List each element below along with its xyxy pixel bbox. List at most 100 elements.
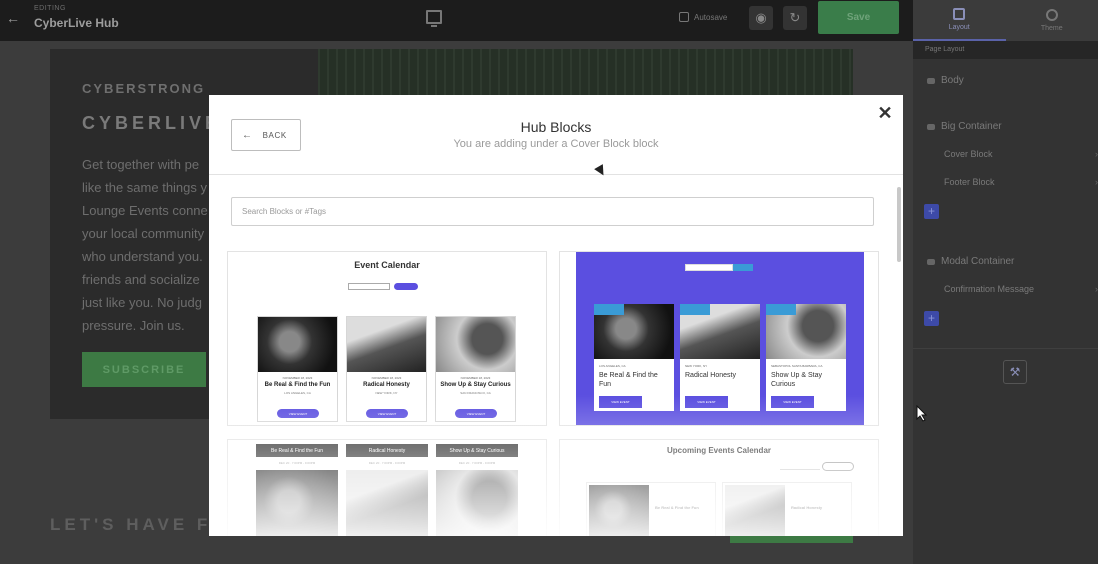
event-time: DEC 20 · 7:00PM - 9:00PM <box>278 461 316 465</box>
search-blocks-input[interactable] <box>231 197 874 226</box>
card-title: Upcoming Events Calendar <box>666 446 772 455</box>
tab-theme-label: Theme <box>1040 25 1063 32</box>
event-card: NEW YORK, NY Radical Honesty VIEW EVENT <box>680 304 760 411</box>
mini-search-input <box>685 264 733 271</box>
layer-icon <box>927 258 935 265</box>
event-title: Show Up & Stay Curious <box>771 372 822 388</box>
tab-layout[interactable]: Layout <box>913 0 1006 41</box>
hero-title: CYBERLIVE <box>82 113 222 133</box>
event-photo <box>347 317 426 372</box>
layer-big-container-label: Big Container <box>941 121 1002 132</box>
autosave-checkbox[interactable] <box>679 12 689 22</box>
event-card: Be Real & Find the Fun <box>586 482 716 536</box>
event-header: Be Real & Find the Fun <box>256 444 338 457</box>
mouse-cursor-icon <box>916 405 928 422</box>
event-title: Radical Honesty <box>363 382 410 388</box>
layers-panel: Layout Theme Page Layout Body Big Contai… <box>913 0 1098 564</box>
event-location: NEW YORK, NY <box>685 364 708 368</box>
block-card-upcoming-events[interactable]: Upcoming Events Calendar Be Real & Find … <box>559 439 879 536</box>
event-date: NOVEMBER 18, 2023 <box>460 376 491 380</box>
event-title: Show Up & Stay Curious <box>440 382 511 388</box>
event-location: SAN FRANCISCO, CA <box>460 391 491 395</box>
layer-confirmation-message[interactable]: Confirmation Message › <box>913 284 1098 294</box>
event-card: SEBASTOPOL SANTA BARBARA, CA Show Up & S… <box>766 304 846 411</box>
layer-modal-container[interactable]: Modal Container <box>913 256 1098 267</box>
view-event-button: VIEW EVENT <box>277 409 319 418</box>
editor-topbar: ← EDITING CyberLive Hub Autosave ◉ ↻ Sav… <box>0 0 913 41</box>
event-photo <box>346 470 428 536</box>
layer-cover-block[interactable]: Cover Block › <box>913 149 1098 159</box>
event-photo <box>725 485 785 536</box>
event-header: Show Up & Stay Curious <box>436 444 518 457</box>
block-card-event-calendar[interactable]: Event Calendar NOVEMBER 18, 2023 Be Real… <box>227 251 547 426</box>
event-time: DEC 20 · 7:00PM - 9:00PM <box>368 461 406 465</box>
view-event-button: VIEW EVENT <box>366 409 408 418</box>
hub-blocks-modal: ← BACK Hub Blocks You are adding under a… <box>209 95 903 536</box>
divider <box>913 348 1098 349</box>
card-title: Event Calendar <box>354 260 420 270</box>
back-arrow-icon[interactable]: ← <box>6 11 20 25</box>
section-heading: LET'S HAVE FU <box>50 515 228 534</box>
autosave-toggle[interactable]: Autosave <box>679 12 727 22</box>
event-card: Radical Honesty <box>722 482 852 536</box>
layer-body[interactable]: Body <box>913 75 1098 86</box>
matrix-background-image <box>318 49 853 99</box>
layer-footer-block-label: Footer Block <box>944 177 995 187</box>
event-card: NOVEMBER 18, 2023 Radical Honesty NEW YO… <box>346 316 427 422</box>
theme-icon <box>1045 9 1058 21</box>
panel-tabs: Layout Theme <box>913 0 1098 41</box>
layer-modal-container-label: Modal Container <box>941 256 1015 267</box>
layer-big-container[interactable]: Big Container <box>913 121 1098 132</box>
event-date: NOVEMBER 18, 2023 <box>282 376 313 380</box>
wrench-icon[interactable]: ⚒ <box>1003 360 1027 384</box>
subscribe-button[interactable]: SUBSCRIBE <box>82 352 206 387</box>
view-event-button: VIEW EVENT <box>685 396 728 408</box>
event-header: Radical Honesty <box>346 444 428 457</box>
mini-search-input <box>348 283 390 290</box>
event-photo <box>436 470 518 536</box>
event-title: Be Real & Find the Fun <box>599 372 658 388</box>
modal-header: ← BACK Hub Blocks You are adding under a… <box>209 95 903 175</box>
mini-search-button <box>733 264 753 271</box>
tab-layout-label: Layout <box>948 24 970 31</box>
modal-scrollbar[interactable] <box>897 187 901 262</box>
brand-logo-text: CYBERSTRONG <box>82 81 206 96</box>
event-photo <box>436 317 515 372</box>
event-title: Be Real & Find the Fun <box>655 505 699 510</box>
add-block-button[interactable]: + <box>924 204 939 219</box>
site-title: CyberLive Hub <box>34 16 119 30</box>
view-event-button: VIEW EVENT <box>771 396 814 408</box>
event-location: SEBASTOPOL SANTA BARBARA, CA <box>771 364 823 368</box>
event-date: NOVEMBER 18, 2023 <box>371 376 402 380</box>
layout-icon <box>953 8 966 20</box>
editing-label: EDITING <box>34 5 66 12</box>
save-button[interactable]: Save <box>818 1 899 34</box>
history-icon[interactable]: ↻ <box>783 6 807 30</box>
page-layout-header: Page Layout <box>913 41 1098 59</box>
event-tag <box>766 304 796 315</box>
layer-footer-block[interactable]: Footer Block › <box>913 177 1098 187</box>
preview-eye-icon[interactable]: ◉ <box>749 6 773 30</box>
event-time: DEC 20 · 7:00PM - 9:00PM <box>458 461 496 465</box>
desktop-icon[interactable] <box>426 10 442 27</box>
event-title: Be Real & Find the Fun <box>264 382 331 388</box>
add-block-button[interactable]: + <box>924 311 939 326</box>
event-tag <box>680 304 710 315</box>
event-location: NEW YORK, NY <box>375 391 398 395</box>
mini-search-button <box>822 462 854 471</box>
layer-icon <box>927 77 935 84</box>
event-card: NOVEMBER 18, 2023 Show Up & Stay Curious… <box>435 316 516 422</box>
mini-search-button <box>394 283 418 290</box>
tab-theme[interactable]: Theme <box>1006 0 1098 41</box>
event-location: LOS ANGELES, CA <box>284 391 311 395</box>
block-card-purple-events[interactable]: LOS ANGELES, CA Be Real & Find the Fun V… <box>559 251 879 426</box>
block-card-dark-headers[interactable]: Be Real & Find the Fun DEC 20 · 7:00PM -… <box>227 439 547 536</box>
modal-subtitle: You are adding under a Cover Block block <box>453 138 659 150</box>
layer-icon <box>927 123 935 130</box>
layer-confirmation-label: Confirmation Message <box>944 284 1035 294</box>
event-location: LOS ANGELES, CA <box>599 364 626 368</box>
close-icon[interactable]: ✕ <box>877 104 893 122</box>
event-title: Radical Honesty <box>791 505 823 510</box>
view-event-button: VIEW EVENT <box>455 409 497 418</box>
event-photo <box>256 470 338 536</box>
